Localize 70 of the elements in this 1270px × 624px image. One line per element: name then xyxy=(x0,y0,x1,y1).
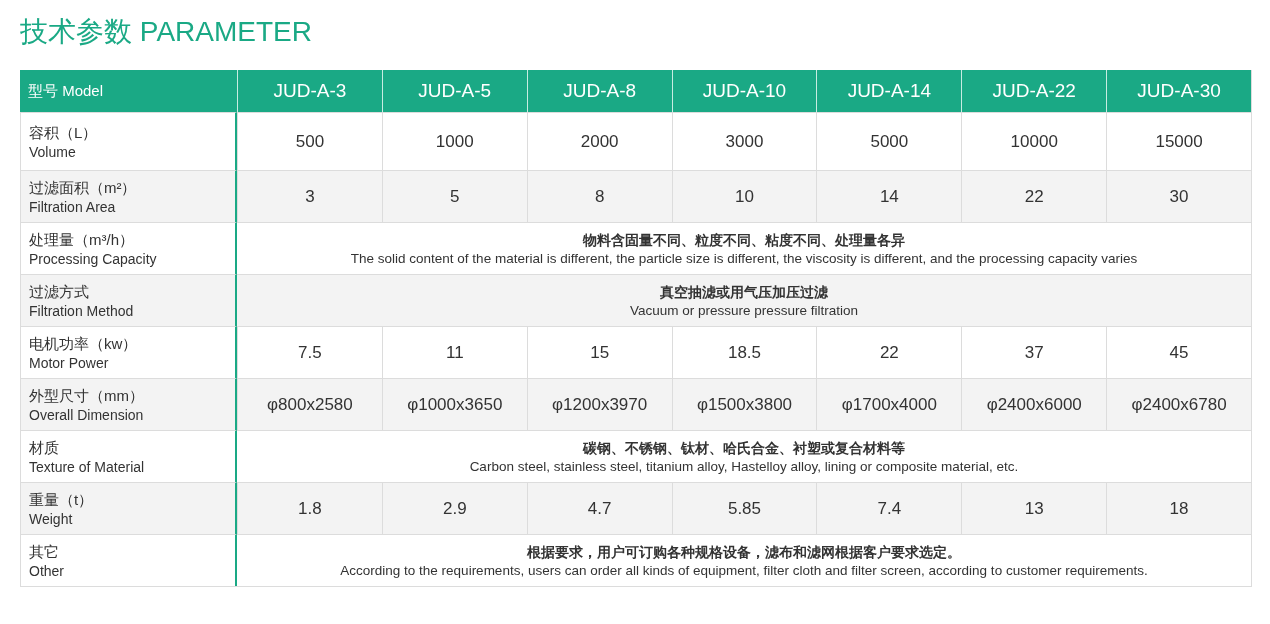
table-cell: 11 xyxy=(381,326,527,378)
table-cell: 1.8 xyxy=(237,482,382,534)
table-cell: φ1500x3800 xyxy=(671,378,817,430)
table-cell: 22 xyxy=(961,170,1107,222)
table-cell: φ1200x3970 xyxy=(526,378,672,430)
table-cell: 5000 xyxy=(816,112,962,170)
table-cell: 5 xyxy=(381,170,527,222)
table-cell: 45 xyxy=(1106,326,1251,378)
label-en: Filtration Method xyxy=(29,301,135,320)
table-cell: 7.5 xyxy=(237,326,382,378)
table-cell: φ2400x6780 xyxy=(1106,378,1251,430)
table-cell: 7.4 xyxy=(816,482,962,534)
label-en: Filtration Area xyxy=(29,197,117,216)
header-cell: JUD-A-5 xyxy=(381,70,527,112)
table-cell: 15000 xyxy=(1106,112,1251,170)
header-cell: JUD-A-14 xyxy=(816,70,962,112)
header-cell: JUD-A-22 xyxy=(961,70,1107,112)
table-cell: 2.9 xyxy=(381,482,527,534)
label-en: Volume xyxy=(29,142,77,161)
table-cell: 18 xyxy=(1106,482,1251,534)
table-cell: 8 xyxy=(526,170,672,222)
header-cell: JUD-A-3 xyxy=(237,70,382,112)
label-zh: 重量（t） xyxy=(29,489,95,510)
page-title: 技术参数 PARAMETER xyxy=(20,15,312,49)
label-zh: 材质 xyxy=(29,437,60,458)
merged-text-en: Carbon steel, stainless steel, titanium alloy, Hastelloy alloy, lining or composite material, etc. xyxy=(469,457,1019,476)
merged-text-en: The solid content of the material is different, the particle size is different, the viscosity is different, and the processing capacity varies xyxy=(350,249,1138,268)
table-cell: 3000 xyxy=(671,112,817,170)
label-zh: 过滤方式 xyxy=(29,281,90,302)
table-cell: 1000 xyxy=(381,112,527,170)
label-en: Motor Power xyxy=(29,353,110,372)
header-cell: 型号 Model xyxy=(20,70,237,112)
table-cell: 30 xyxy=(1106,170,1251,222)
header-cell: JUD-A-30 xyxy=(1106,70,1251,112)
table-cell: φ1700x4000 xyxy=(816,378,962,430)
table-cell: 14 xyxy=(816,170,962,222)
merged-text-en: According to the requirements, users can order all kinds of equipment, filter cloth and filter screen, according to customer requirements. xyxy=(340,561,1148,580)
label-en: Other xyxy=(29,561,65,580)
table-cell: φ2400x6000 xyxy=(961,378,1107,430)
header-cell: JUD-A-10 xyxy=(671,70,817,112)
table-cell: 13 xyxy=(961,482,1107,534)
merged-text-zh: 根据要求，用户可订购各种规格设备，滤布和滤网根据客户要求选定。 xyxy=(527,542,961,562)
label-en: Weight xyxy=(29,509,74,528)
table-cell: 500 xyxy=(237,112,382,170)
label-zh: 过滤面积（m²） xyxy=(29,177,138,198)
header-cell: JUD-A-8 xyxy=(526,70,672,112)
table-cell: 2000 xyxy=(526,112,672,170)
label-en: Texture of Material xyxy=(29,457,146,476)
table-cell: 10 xyxy=(671,170,817,222)
merged-text-zh: 真空抽滤或用气压加压过滤 xyxy=(660,282,828,302)
table-cell: 4.7 xyxy=(526,482,672,534)
label-zh: 电机功率（kw） xyxy=(29,333,139,354)
label-zh: 其它 xyxy=(29,541,60,562)
merged-text-en: Vacuum or pressure pressure filtration xyxy=(630,301,858,320)
table-cell: 3 xyxy=(237,170,382,222)
table-cell: φ1000x3650 xyxy=(381,378,527,430)
table-cell: 10000 xyxy=(961,112,1107,170)
label-zh: 容积（L） xyxy=(29,122,99,143)
table-cell: 5.85 xyxy=(671,482,817,534)
label-en: Processing Capacity xyxy=(29,249,158,268)
table-cell: 18.5 xyxy=(671,326,817,378)
table-cell: φ800x2580 xyxy=(237,378,382,430)
table-cell: 22 xyxy=(816,326,962,378)
table-cell: 15 xyxy=(526,326,672,378)
label-en: Overall Dimension xyxy=(29,405,145,424)
merged-text-zh: 碳钢、不锈钢、钛材、哈氏合金、衬塑或复合材料等 xyxy=(583,438,905,458)
table-cell: 37 xyxy=(961,326,1107,378)
label-zh: 处理量（m³/h） xyxy=(29,229,135,250)
merged-text-zh: 物料含固量不同、粒度不同、粘度不同、处理量各异 xyxy=(583,230,905,250)
label-zh: 外型尺寸（mm） xyxy=(29,385,145,406)
